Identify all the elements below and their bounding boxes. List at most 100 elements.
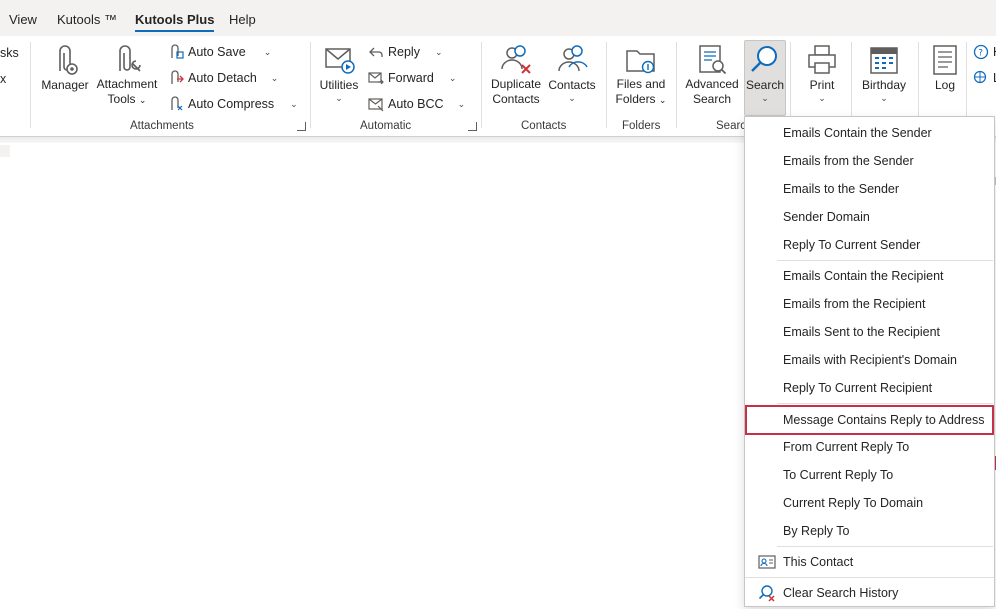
envelope-play-icon <box>325 48 355 74</box>
chevron-down-icon: ⌄ <box>263 46 272 57</box>
chevron-down-icon: ⌄ <box>290 98 298 109</box>
language-button-partial[interactable]: L <box>973 67 996 89</box>
duplicate-contacts-button[interactable]: Duplicate Contacts <box>488 40 544 116</box>
chevron-down-icon: ⌄ <box>880 93 888 103</box>
attachment-tools-label-1: Attachment <box>96 77 158 91</box>
menu-item-emails-contain-recipient[interactable]: Emails Contain the Recipient <box>745 262 994 289</box>
menu-item-reply-to-current-recipient[interactable]: Reply To Current Recipient <box>745 374 994 401</box>
help-icon: ? <box>973 44 989 60</box>
auto-compress-label: Auto Compress <box>188 97 275 111</box>
reply-button[interactable]: Reply ⌄ <box>368 41 443 63</box>
help-button-partial[interactable]: ? H <box>973 41 996 63</box>
manager-button[interactable]: Manager <box>38 40 92 116</box>
chevron-down-icon: ⌄ <box>448 72 457 83</box>
menu-item-clear-search-history[interactable]: Clear Search History <box>745 579 994 606</box>
auto-save-label: Auto Save <box>188 45 246 59</box>
auto-bcc-button[interactable]: Auto BCC ⌄ <box>368 93 465 115</box>
left-stub-label-2[interactable]: x <box>0 72 6 86</box>
paperclip-wrench-icon <box>119 45 141 72</box>
advanced-search-button[interactable]: Advanced Search <box>683 40 741 116</box>
advanced-search-label-2: Search <box>692 92 732 106</box>
print-button[interactable]: Print ⌄ <box>797 40 847 116</box>
auto-compress-button[interactable]: Auto Compress ⌄ <box>168 93 298 115</box>
menu-item-label: Emails from the Sender <box>783 153 914 168</box>
menu-item-label: Emails to the Sender <box>783 181 900 196</box>
content-pane-edge <box>0 145 10 157</box>
group-label-folders: Folders <box>622 120 661 132</box>
contacts-icon <box>558 45 588 72</box>
auto-detach-icon <box>171 70 184 84</box>
menu-item-from-current-reply-to[interactable]: From Current Reply To <box>745 433 994 460</box>
bcc-envelope-icon <box>368 98 384 112</box>
files-and-folders-label-2-text: Folders <box>615 92 656 106</box>
contacts-label: Contacts <box>548 78 596 92</box>
tab-kutools[interactable]: Kutools ™ <box>57 12 117 27</box>
menu-item-message-contains-reply-to-address[interactable]: Message Contains Reply to Address <box>745 405 994 435</box>
menu-item-label: To Current Reply To <box>783 467 894 482</box>
menu-item-label: Current Reply To Domain <box>783 495 924 510</box>
birthday-button[interactable]: Birthday ⌄ <box>858 40 910 116</box>
utilities-label: Utilities <box>319 78 359 92</box>
search-button[interactable]: Search ⌄ <box>744 40 786 116</box>
group-label-search: Searc <box>716 120 747 132</box>
attachment-tools-button[interactable]: Attachment Tools ⌄ <box>94 40 160 116</box>
group-separator <box>30 42 31 128</box>
auto-detach-button[interactable]: Auto Detach ⌄ <box>168 67 278 89</box>
contacts-button[interactable]: Contacts ⌄ <box>546 40 598 116</box>
log-button[interactable]: Log <box>925 40 965 116</box>
chevron-down-icon: ⌄ <box>761 93 769 103</box>
utilities-button[interactable]: Utilities ⌄ <box>316 40 362 116</box>
automatic-dialog-launcher[interactable] <box>468 122 477 131</box>
menu-item-emails-to-sender[interactable]: Emails to the Sender <box>745 175 994 202</box>
log-document-icon <box>933 45 957 75</box>
folder-icon <box>626 50 655 74</box>
forward-button[interactable]: Forward ⌄ <box>368 67 456 89</box>
forward-label: Forward <box>388 71 434 85</box>
menu-separator <box>777 403 993 404</box>
menu-item-to-current-reply-to[interactable]: To Current Reply To <box>745 461 994 488</box>
auto-bcc-label: Auto BCC <box>388 97 444 111</box>
files-and-folders-label-2: Folders ⌄ <box>614 92 668 108</box>
files-and-folders-label-1: Files and <box>616 77 666 91</box>
search-label: Search <box>745 78 785 92</box>
printer-icon <box>808 45 836 74</box>
menu-separator <box>777 260 993 261</box>
reply-label: Reply <box>388 45 420 59</box>
menu-item-by-reply-to[interactable]: By Reply To <box>745 517 994 544</box>
reply-icon <box>369 47 383 57</box>
auto-save-button[interactable]: Auto Save ⌄ <box>168 41 271 63</box>
tab-kutools-plus[interactable]: Kutools Plus <box>135 12 215 32</box>
svg-text:?: ? <box>978 49 983 59</box>
menu-item-sender-domain[interactable]: Sender Domain <box>745 203 994 230</box>
menu-item-emails-from-recipient[interactable]: Emails from the Recipient <box>745 290 994 317</box>
menu-item-label: Reply To Current Recipient <box>783 380 933 395</box>
menu-item-this-contact[interactable]: This Contact <box>745 548 994 575</box>
group-label-attachments: Attachments <box>130 120 194 132</box>
files-and-folders-button[interactable]: Files and Folders ⌄ <box>613 40 669 116</box>
tab-help[interactable]: Help <box>229 12 256 27</box>
tab-view[interactable]: View <box>9 12 37 27</box>
search-icon <box>751 46 777 72</box>
menu-item-emails-sent-to-recipient[interactable]: Emails Sent to the Recipient <box>745 318 994 345</box>
menu-item-label: Clear Search History <box>783 585 899 600</box>
menu-item-emails-contain-sender[interactable]: Emails Contain the Sender <box>745 119 994 146</box>
group-separator <box>310 42 311 128</box>
search-dropdown-menu: Emails Contain the Sender Emails from th… <box>744 116 995 607</box>
menu-item-emails-from-sender[interactable]: Emails from the Sender <box>745 147 994 174</box>
menu-item-label: Emails Sent to the Recipient <box>783 324 941 339</box>
menu-item-reply-to-current-sender[interactable]: Reply To Current Sender <box>745 231 994 258</box>
menu-item-current-reply-to-domain[interactable]: Current Reply To Domain <box>745 489 994 516</box>
left-stub-label-1[interactable]: sks <box>0 46 19 60</box>
log-label: Log <box>934 78 956 92</box>
auto-detach-label: Auto Detach <box>188 71 257 85</box>
chevron-down-icon: ⌄ <box>335 93 343 103</box>
attachment-tools-label-2: Tools ⌄ <box>95 92 159 108</box>
auto-compress-icon <box>171 96 183 111</box>
duplicate-contacts-label-1: Duplicate <box>490 77 542 91</box>
advanced-search-icon <box>699 45 727 75</box>
attachments-dialog-launcher[interactable] <box>297 122 306 131</box>
menu-item-label: Emails Contain the Sender <box>783 125 932 140</box>
menu-item-label: Sender Domain <box>783 209 870 224</box>
menu-item-emails-with-recipient-domain[interactable]: Emails with Recipient's Domain <box>745 346 994 373</box>
chevron-down-icon: ⌄ <box>457 98 466 109</box>
